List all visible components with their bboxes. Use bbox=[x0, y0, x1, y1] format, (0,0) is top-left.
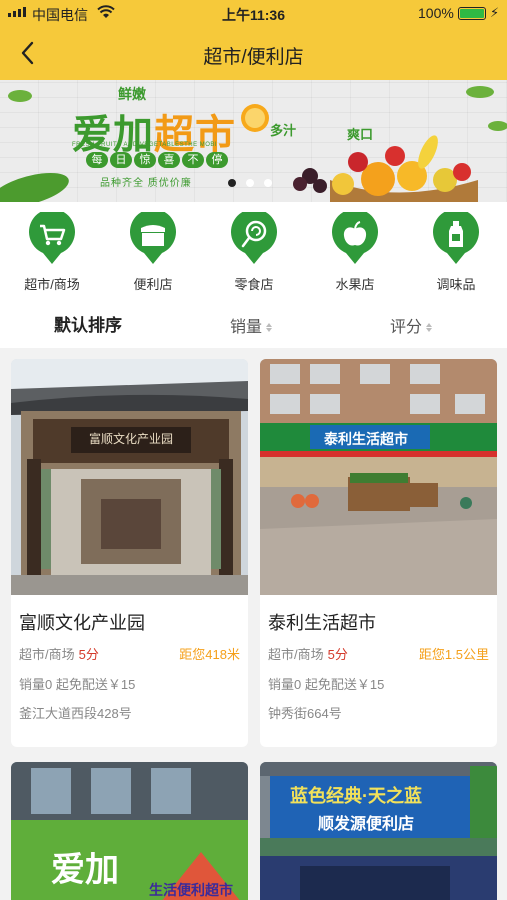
sort-bar: 默认排序 销量 评分 bbox=[0, 298, 507, 348]
category-label: 便利店 bbox=[133, 277, 173, 292]
store-name: 富顺文化产业园 bbox=[19, 613, 145, 633]
category-fruit[interactable]: 水果店 bbox=[315, 208, 395, 293]
promo-banner[interactable]: 鲜嫩 爱加超市 多汁 爽口 FRESH FRUITS AND VEGETABLE… bbox=[0, 80, 507, 202]
page-title: 超市/便利店 bbox=[203, 47, 304, 68]
banner-crisp: 爽口 bbox=[347, 127, 374, 142]
carousel-dot[interactable] bbox=[228, 179, 236, 187]
store-category: 超市/商场 bbox=[19, 647, 75, 662]
category-label: 调味品 bbox=[436, 277, 476, 292]
store-card[interactable]: 泰利生活超市 泰利生活超市 超市/商场 5分 距您1.5公里 销量0 起免配送￥1… bbox=[260, 359, 497, 747]
carousel-dot[interactable] bbox=[264, 179, 272, 187]
status-bar: 中国电信 上午11:36 100% ⚡ bbox=[0, 0, 507, 28]
store-sales: 销量0 起免配送￥15 bbox=[19, 677, 136, 692]
bottle-icon bbox=[433, 208, 479, 264]
store-sign: 富顺文化产业园 bbox=[89, 432, 174, 446]
store-photo: 爱加 生活便利超市 bbox=[11, 762, 248, 900]
banner-subtitle: 品种齐全 质优价廉 bbox=[100, 178, 192, 189]
charging-icon: ⚡ bbox=[490, 5, 500, 20]
sort-rating[interactable]: 评分 bbox=[390, 313, 433, 337]
store-photo: 蓝色经典·天之蓝 顺发源便利店 bbox=[260, 762, 497, 900]
store-category: 超市/商场 bbox=[268, 647, 324, 662]
store-meta: 超市/商场 5分 bbox=[19, 644, 99, 663]
store-photo: 富顺文化产业园 bbox=[11, 359, 248, 595]
category-convenience[interactable]: 便利店 bbox=[113, 208, 193, 293]
store-sign: 泰利生活超市 bbox=[324, 431, 408, 447]
category-label: 水果店 bbox=[335, 277, 375, 292]
apple-icon bbox=[332, 208, 378, 264]
nav-bar: 超市/便利店 bbox=[0, 28, 507, 80]
category-label: 零食店 bbox=[234, 277, 274, 292]
category-bar: 超市/商场 便利店 零食店 水果店 调味品 bbox=[0, 202, 507, 298]
lollipop-icon bbox=[231, 208, 277, 264]
store-card[interactable]: 爱加 生活便利超市 bbox=[11, 762, 248, 900]
banner-slogan: 每日惊喜不停 bbox=[86, 152, 228, 168]
shopping-cart-icon bbox=[29, 208, 76, 264]
carousel-dot[interactable] bbox=[246, 179, 254, 187]
store-sign-sub: 生活便利超市 bbox=[149, 882, 233, 898]
store-distance: 距您418米 bbox=[179, 647, 240, 662]
store-address: 釜江大道西段428号 bbox=[19, 706, 132, 721]
store-sales: 销量0 起免配送￥15 bbox=[268, 677, 385, 692]
store-meta: 超市/商场 5分 bbox=[268, 644, 348, 663]
category-snacks[interactable]: 零食店 bbox=[214, 208, 294, 293]
category-condiments[interactable]: 调味品 bbox=[416, 208, 496, 293]
top-bar: 中国电信 上午11:36 100% ⚡ 超市/便利店 bbox=[0, 0, 507, 80]
banner-fresh: 鲜嫩 bbox=[118, 86, 146, 102]
store-icon bbox=[130, 208, 176, 264]
store-sign-sub: 顺发源便利店 bbox=[318, 816, 415, 833]
store-distance: 距您1.5公里 bbox=[418, 647, 489, 662]
store-sign: 爱加 bbox=[51, 851, 119, 889]
category-supermarket[interactable]: 超市/商场 bbox=[12, 208, 92, 293]
store-score: 5分 bbox=[327, 647, 348, 662]
category-label: 超市/商场 bbox=[24, 277, 80, 292]
store-card[interactable]: 富顺文化产业园 富顺文化产业园 超市/商场 5分 距您418米 销量0 起免配送￥… bbox=[11, 359, 248, 747]
sort-arrows-icon bbox=[426, 323, 433, 333]
carousel-indicator bbox=[228, 179, 272, 187]
store-address: 钟秀街664号 bbox=[268, 706, 342, 721]
sort-default[interactable]: 默认排序 bbox=[54, 311, 122, 336]
store-name: 泰利生活超市 bbox=[268, 613, 376, 633]
battery-percent: 100% bbox=[418, 5, 454, 21]
store-photo: 泰利生活超市 bbox=[260, 359, 497, 595]
banner-juicy: 多汁 bbox=[270, 123, 297, 138]
battery-icon bbox=[458, 7, 486, 20]
store-score: 5分 bbox=[78, 647, 99, 662]
sort-arrows-icon bbox=[266, 323, 273, 333]
banner-english: FRESH FRUITS AND VEGETABLESTHE MOBI bbox=[72, 142, 218, 148]
store-card[interactable]: 蓝色经典·天之蓝 顺发源便利店 bbox=[260, 762, 497, 900]
store-sign: 蓝色经典·天之蓝 bbox=[290, 786, 422, 806]
sort-sales[interactable]: 销量 bbox=[230, 313, 273, 337]
